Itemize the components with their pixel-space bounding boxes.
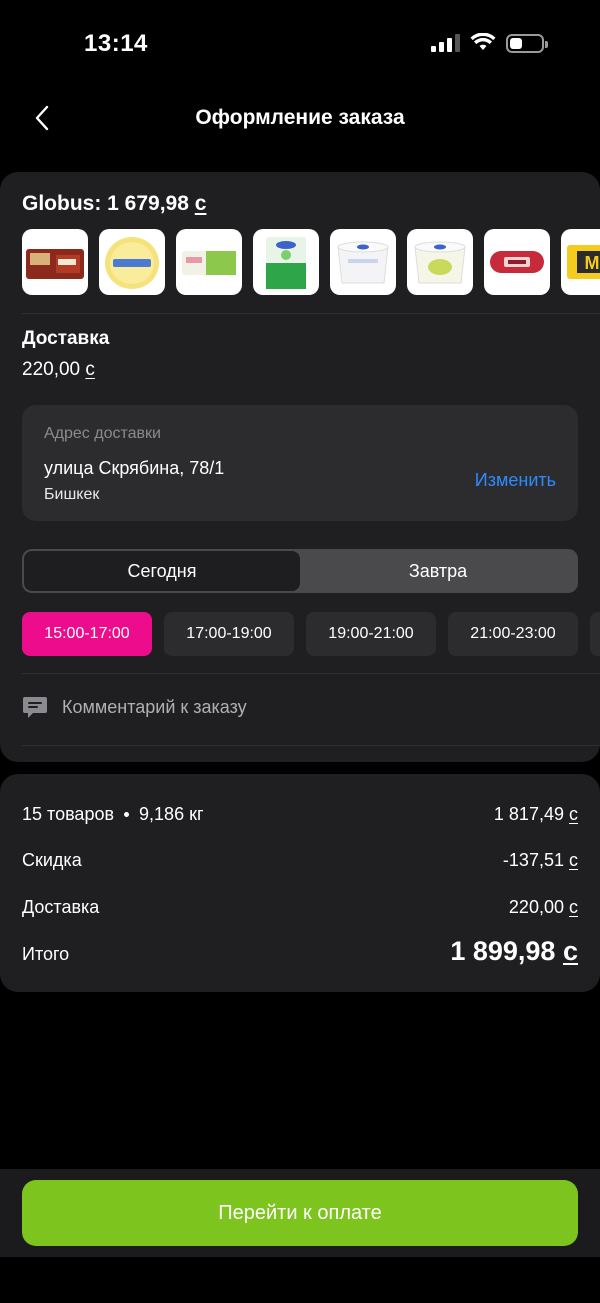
nav-bar: Оформление заказа [0,90,600,146]
discount-label: Скидка [22,850,82,870]
store-total-text: Globus: 1 679,98 [22,192,189,215]
divider [22,673,600,674]
items-weight: 9,186 кг [139,804,204,824]
summary-items-row: 15 товаров 9,186 кг 1 817,49 с [22,804,578,825]
time-slot-list: 15:00-17:00 17:00-19:00 19:00-21:00 21:0… [22,612,600,656]
currency-symbol: с [85,359,95,380]
delivery-price-value: 220,00 [22,359,81,380]
delivery-label: Доставка [22,328,110,349]
order-summary-card: 15 товаров 9,186 кг 1 817,49 с Скидка -1… [0,774,600,992]
summary-delivery-value: 220,00 [508,897,564,917]
product-thumbnail[interactable] [484,229,550,295]
time-slot[interactable]: 21:00-23:00 [448,612,578,656]
status-icons [431,33,548,53]
bottom-bar: Перейти к оплате [0,1169,600,1257]
address-caption: Адрес доставки [44,425,161,442]
day-tomorrow-button[interactable]: Завтра [300,551,576,591]
total-value: 1 899,98 [450,936,556,966]
currency-symbol: с [569,804,578,824]
order-comment-button[interactable]: Комментарий к заказу [22,694,247,720]
currency-symbol: с [569,897,578,917]
address-city: Бишкек [44,486,100,503]
product-thumbnail[interactable] [253,229,319,295]
summary-delivery-row: Доставка 220,00 с [22,897,578,918]
wifi-icon [470,33,496,50]
change-address-button[interactable]: Изменить [475,470,556,491]
status-bar: 13:14 [0,0,600,90]
summary-discount-row: Скидка -137,51 с [22,850,578,871]
comment-label: Комментарий к заказу [62,696,247,717]
product-thumbnail[interactable] [407,229,473,295]
product-thumbnail[interactable] [22,229,88,295]
discount-value: -137,51 [502,850,564,870]
status-time: 13:14 [84,30,148,57]
total-label: Итого [22,944,70,964]
battery-icon [506,33,548,53]
time-slot-more[interactable] [590,612,600,656]
day-selector: Сегодня Завтра [22,549,578,593]
delivery-price: 220,00 с [22,359,95,381]
time-slot[interactable]: 17:00-19:00 [164,612,294,656]
signal-icon [431,34,460,52]
time-slot[interactable]: 15:00-17:00 [22,612,152,656]
comment-icon [23,697,47,718]
product-thumbnail[interactable] [330,229,396,295]
currency-symbol: с [194,192,207,215]
product-thumbnail[interactable] [99,229,165,295]
page-title: Оформление заказа [195,106,405,129]
divider [22,745,600,746]
product-thumbnail[interactable]: M [561,229,600,295]
divider [22,313,600,314]
currency-symbol: с [562,936,578,966]
product-thumbnail[interactable] [176,229,242,295]
store-total: Globus: 1 679,98 с [22,192,206,216]
order-card: Globus: 1 679,98 с M Доставка 220,00 с А… [0,172,600,762]
separator-dot [124,812,130,817]
delivery-address-card: Адрес доставки улица Скрябина, 78/1 Бишк… [22,405,578,521]
address-street: улица Скрябина, 78/1 [44,458,225,478]
product-thumbnails[interactable]: M [22,229,600,295]
currency-symbol: с [569,850,578,870]
svg-text:M: M [585,253,600,273]
summary-total-row: Итого 1 899,98 с [22,936,578,967]
summary-delivery-label: Доставка [22,897,100,917]
time-slot[interactable]: 19:00-21:00 [306,612,436,656]
proceed-to-payment-button[interactable]: Перейти к оплате [22,1180,578,1246]
items-count: 15 товаров [22,804,115,824]
day-today-button[interactable]: Сегодня [24,551,300,591]
items-total: 1 817,49 [493,804,564,824]
